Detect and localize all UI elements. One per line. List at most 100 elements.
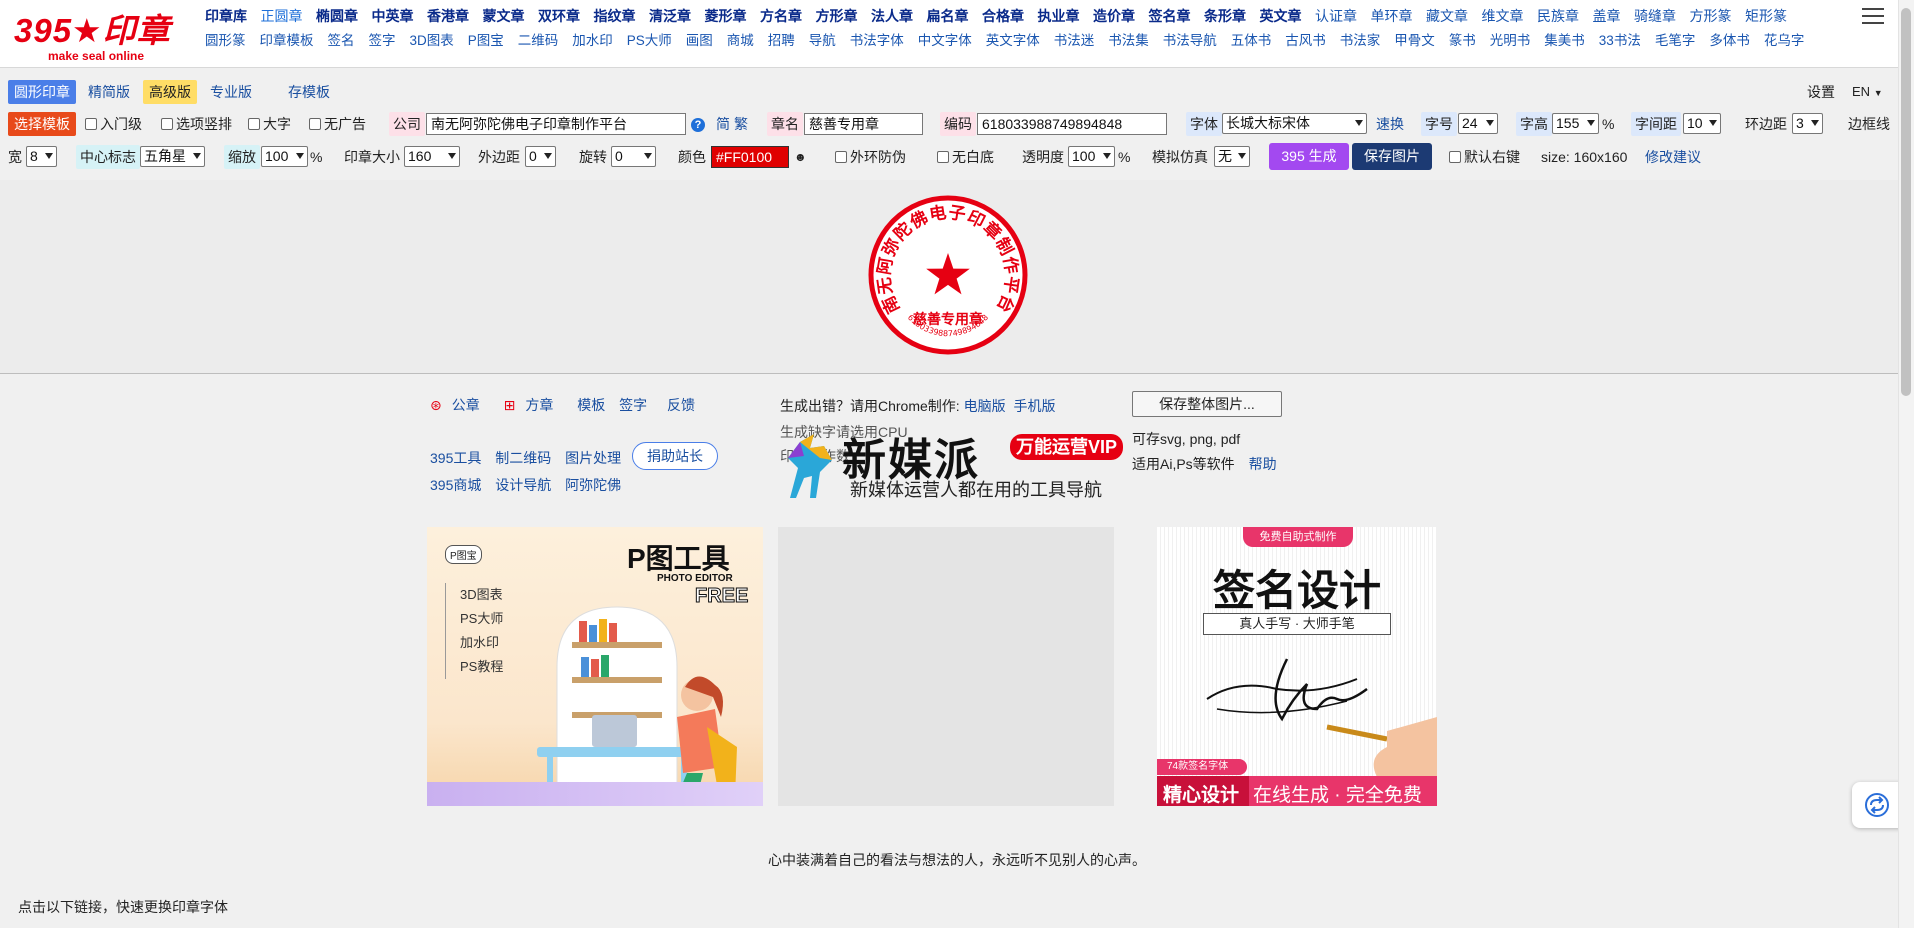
- ring-margin-select[interactable]: 3: [1792, 113, 1823, 134]
- nav-subitem[interactable]: 书法家: [1340, 29, 1381, 49]
- nav-item[interactable]: 方名章: [760, 6, 802, 26]
- nav-subitem[interactable]: 多体书: [1709, 29, 1750, 49]
- mobile-version-link[interactable]: 手机版: [1013, 398, 1055, 414]
- nav-subitem[interactable]: P图宝: [468, 29, 504, 49]
- nav-item[interactable]: 中英章: [372, 6, 414, 26]
- nav-subitem[interactable]: 花乌字: [1764, 29, 1805, 49]
- suggest-link[interactable]: 修改建议: [1645, 145, 1701, 169]
- ad-card-signature-design[interactable]: 免费自助式制作 签名设计 真人手写 · 大师手笔 74款签名字体 精心设计 在线…: [1157, 527, 1437, 806]
- nav-item[interactable]: 清泛章: [649, 6, 691, 26]
- color-input[interactable]: #FF0100: [711, 146, 789, 168]
- qrcode-link[interactable]: 制二维码: [495, 450, 551, 466]
- generate-button[interactable]: 395 生成: [1269, 143, 1349, 170]
- seal-name-input[interactable]: 慈善专用章: [804, 113, 923, 135]
- quick-switch-link[interactable]: 速换: [1376, 112, 1404, 136]
- nav-subitem[interactable]: 集美书: [1544, 29, 1585, 49]
- seal-size-select[interactable]: 160: [404, 146, 460, 167]
- spacing-select[interactable]: 10: [1683, 113, 1721, 134]
- nav-subitem[interactable]: 印章模板: [260, 29, 314, 49]
- nav-item[interactable]: 正圆章: [261, 6, 303, 26]
- nav-item[interactable]: 藏文章: [1426, 6, 1468, 26]
- nav-item[interactable]: 方形篆: [1690, 6, 1732, 26]
- no-white-bg-checkbox[interactable]: 无白底: [937, 145, 994, 169]
- opacity-select[interactable]: 100: [1068, 146, 1115, 167]
- code-input[interactable]: 618033988749894848: [977, 113, 1167, 135]
- nav-item[interactable]: 蒙文章: [483, 6, 525, 26]
- anti-fake-checkbox[interactable]: 外环防伪: [835, 145, 906, 169]
- help-icon[interactable]: ?: [691, 118, 705, 132]
- nav-subitem[interactable]: 古风书: [1285, 29, 1326, 49]
- rotate-select[interactable]: 0: [611, 146, 656, 167]
- choose-template-button[interactable]: 选择模板: [8, 112, 76, 136]
- tools-link[interactable]: 395工具: [430, 450, 481, 466]
- nav-item[interactable]: 扁名章: [927, 6, 969, 26]
- nav-subitem[interactable]: 招聘: [768, 29, 795, 49]
- sign-link[interactable]: 签字: [619, 397, 647, 413]
- tab-advanced[interactable]: 高级版: [143, 80, 197, 104]
- nav-item[interactable]: 指纹章: [594, 6, 636, 26]
- traditional-link[interactable]: 繁: [734, 112, 748, 136]
- scrollbar-thumb[interactable]: [1901, 8, 1911, 396]
- nav-item[interactable]: 矩形篆: [1745, 6, 1787, 26]
- nav-subitem[interactable]: 书法迷: [1054, 29, 1095, 49]
- nav-subitem[interactable]: 加水印: [572, 29, 613, 49]
- template-link[interactable]: 模板: [577, 397, 605, 413]
- save-image-button[interactable]: 保存图片: [1352, 143, 1432, 170]
- donate-button[interactable]: 捐助站长: [632, 442, 718, 470]
- nav-subitem[interactable]: 导航: [809, 29, 836, 49]
- scale-select[interactable]: 100: [261, 146, 308, 167]
- outer-margin-select[interactable]: 0: [525, 146, 556, 167]
- big-char-checkbox[interactable]: 大字: [248, 112, 291, 136]
- nav-subitem[interactable]: 书法集: [1108, 29, 1149, 49]
- official-seal-link[interactable]: ⊛ 公章: [430, 397, 490, 413]
- font-select[interactable]: 长城大标宋体: [1222, 113, 1367, 134]
- nav-item[interactable]: 造价章: [1093, 6, 1135, 26]
- nav-subitem[interactable]: 毛笔字: [1655, 29, 1696, 49]
- nav-subitem[interactable]: 书法字体: [850, 29, 904, 49]
- center-logo-select[interactable]: 五角星: [140, 146, 205, 167]
- hamburger-menu-icon[interactable]: [1862, 8, 1884, 28]
- nav-subitem[interactable]: 画图: [686, 29, 713, 49]
- nav-subitem[interactable]: PS大师: [627, 29, 672, 49]
- smiley-icon[interactable]: ☻: [794, 145, 807, 169]
- tab-save-template[interactable]: 存模板: [282, 80, 336, 104]
- nav-item[interactable]: 法人章: [871, 6, 913, 26]
- nav-subitem[interactable]: 二维码: [518, 29, 559, 49]
- ad-banner-xinmeipai[interactable]: 新媒派 万能运营VIP 新媒体运营人都在用的工具导航: [780, 420, 1140, 510]
- nav-subitem[interactable]: 33书法: [1599, 29, 1641, 49]
- nav-item[interactable]: 英文章: [1260, 6, 1302, 26]
- nav-item[interactable]: 印章库: [205, 6, 247, 26]
- nav-subitem[interactable]: 中文字体: [918, 29, 972, 49]
- nav-item[interactable]: 认证章: [1315, 6, 1357, 26]
- nav-subitem[interactable]: 甲骨文: [1394, 29, 1435, 49]
- nav-item[interactable]: 双环章: [538, 6, 580, 26]
- image-process-link[interactable]: 图片处理: [565, 450, 621, 466]
- nav-subitem[interactable]: 商城: [727, 29, 754, 49]
- save-full-image-button[interactable]: 保存整体图片...: [1132, 391, 1282, 417]
- square-seal-link[interactable]: ⊞ 方章: [504, 397, 564, 413]
- nav-subitem[interactable]: 签字: [369, 29, 396, 49]
- site-logo[interactable]: 395★印章 make seal online: [14, 4, 184, 63]
- tab-round-seal[interactable]: 圆形印章: [8, 80, 76, 104]
- nav-item[interactable]: 签名章: [1149, 6, 1191, 26]
- help-link[interactable]: 帮助: [1249, 456, 1277, 472]
- company-input[interactable]: 南无阿弥陀佛电子印章制作平台: [426, 113, 686, 135]
- nav-item[interactable]: 执业章: [1038, 6, 1080, 26]
- nav-item[interactable]: 合格章: [982, 6, 1024, 26]
- nav-subitem[interactable]: 篆书: [1449, 29, 1476, 49]
- tab-professional[interactable]: 专业版: [204, 80, 258, 104]
- no-ad-checkbox[interactable]: 无广告: [309, 112, 366, 136]
- simplified-link[interactable]: 简: [716, 112, 730, 136]
- vertical-options-checkbox[interactable]: 选项竖排: [161, 112, 232, 136]
- width-select[interactable]: 8: [26, 146, 57, 167]
- simulation-select[interactable]: 无: [1214, 146, 1250, 167]
- nav-subitem[interactable]: 圆形篆: [205, 29, 246, 49]
- settings-link[interactable]: 设置: [1807, 80, 1835, 104]
- default-right-click-checkbox[interactable]: 默认右键: [1449, 145, 1520, 169]
- nav-item[interactable]: 条形章: [1204, 6, 1246, 26]
- shop-link[interactable]: 395商城: [430, 477, 481, 493]
- beginner-checkbox[interactable]: 入门级: [85, 112, 142, 136]
- char-height-select[interactable]: 155: [1552, 113, 1599, 134]
- nav-item[interactable]: 维文章: [1482, 6, 1524, 26]
- ad-card-photo-editor[interactable]: P图宝 P图工具 PHOTO EDITOR FREE 3D图表 PS大师 加水印…: [427, 527, 763, 806]
